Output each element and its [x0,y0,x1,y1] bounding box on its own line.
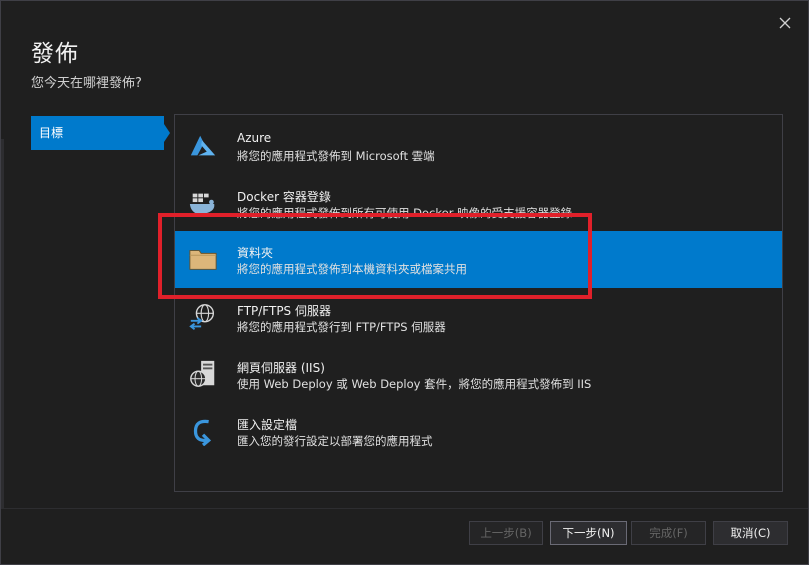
nav-item-target[interactable]: 目標 [31,116,170,150]
target-ftp[interactable]: FTP/FTPS 伺服器 將您的應用程式發行到 FTP/FTPS 伺服器 [175,289,782,346]
target-description: 將您的應用程式發行到 FTP/FTPS 伺服器 [237,320,446,334]
target-import-profile[interactable]: 匯入設定檔 匯入您的發行設定以部署您的應用程式 [175,403,782,460]
docker-icon [187,187,219,219]
target-title: 網頁伺服器 (IIS) [237,361,325,375]
publish-dialog: 發佈 您今天在哪裡發佈? 目標 Azure 將您的應用程式發佈到 Microso… [0,0,809,565]
folder-icon [187,243,219,275]
target-title: Docker 容器登錄 [237,190,331,204]
target-title: 匯入設定檔 [237,418,298,432]
close-button[interactable] [773,11,797,35]
target-folder[interactable]: 資料夾 將您的應用程式發佈到本機資料夾或檔案共用 [175,231,782,288]
cancel-button[interactable]: 取消(C) [713,521,788,545]
target-description: 使用 Web Deploy 或 Web Deploy 套件，將您的應用程式發佈到… [237,377,592,391]
dialog-title: 發佈 [31,41,79,67]
web-server-icon [187,358,219,390]
next-button[interactable]: 下一步(N) [550,521,627,545]
target-description: 匯入您的發行設定以部署您的應用程式 [237,434,433,448]
target-title: FTP/FTPS 伺服器 [237,304,331,318]
target-description: 將您的應用程式發佈到所有可使用 Docker 映像的受支援容器登錄 [237,206,573,220]
target-title: 資料夾 [237,246,274,260]
target-description: 將您的應用程式發佈到本機資料夾或檔案共用 [237,262,467,276]
target-description: 將您的應用程式發佈到 Microsoft 雲端 [237,149,435,163]
left-edge-strip [1,139,4,509]
import-arrow-icon [187,415,219,447]
azure-icon [187,130,219,162]
nav-sidebar: 目標 [31,116,170,150]
finish-button[interactable]: 完成(F) [631,521,706,545]
dialog-subtitle: 您今天在哪裡發佈? [31,76,142,91]
target-azure[interactable]: Azure 將您的應用程式發佈到 Microsoft 雲端 [175,118,782,175]
back-button[interactable]: 上一步(B) [469,521,543,545]
footer-divider [1,508,808,509]
target-title: Azure [237,131,272,145]
ftp-globe-icon [187,301,219,333]
close-icon [779,17,791,29]
target-iis[interactable]: 網頁伺服器 (IIS) 使用 Web Deploy 或 Web Deploy 套… [175,346,782,403]
target-docker[interactable]: Docker 容器登錄 將您的應用程式發佈到所有可使用 Docker 映像的受支… [175,175,782,232]
target-list: Azure 將您的應用程式發佈到 Microsoft 雲端 Docker 容器登… [174,114,783,492]
